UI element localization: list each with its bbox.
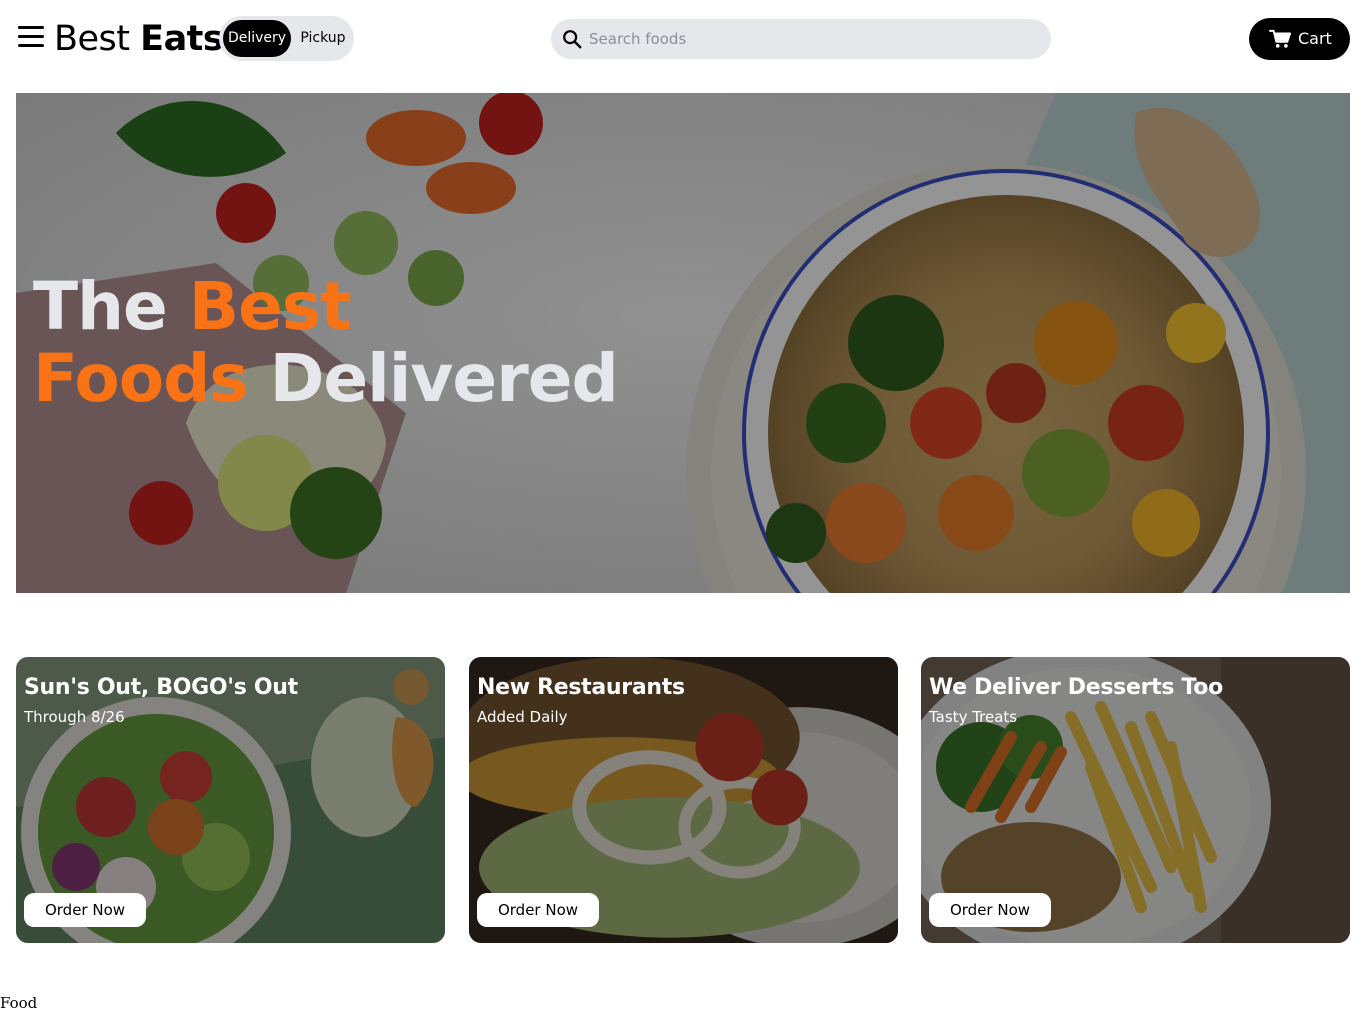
card-title: New Restaurants (477, 675, 685, 700)
section-label: Food (0, 994, 38, 1012)
order-now-button[interactable]: Order Now (477, 893, 599, 927)
promo-card-new-restaurants: New Restaurants Added Daily Order Now (469, 657, 898, 943)
hero-line2-accent: Foods (33, 340, 249, 417)
promo-card-bogo: Sun's Out, BOGO's Out Through 8/26 Order… (16, 657, 445, 943)
search-input[interactable] (589, 19, 1039, 59)
navbar: Best Eats Delivery Pickup Cart (0, 0, 1366, 78)
card-title: We Deliver Desserts Too (929, 675, 1223, 700)
hamburger-menu-icon[interactable] (18, 26, 44, 52)
brand-name-light: Best (54, 19, 130, 59)
order-now-button[interactable]: Order Now (929, 893, 1051, 927)
delivery-mode-toggle: Delivery Pickup (219, 16, 354, 61)
cart-button[interactable]: Cart (1249, 18, 1350, 60)
pickup-button[interactable]: Pickup (295, 20, 351, 57)
card-subtitle: Tasty Treats (929, 708, 1018, 726)
hero-line1-word: The (33, 268, 168, 345)
search-icon[interactable] (561, 28, 583, 50)
search-bar (551, 19, 1051, 59)
shopping-cart-icon (1269, 29, 1291, 48)
card-subtitle: Through 8/26 (24, 708, 125, 726)
hero-banner: The Best Foods Delivered (16, 93, 1350, 593)
brand-logo[interactable]: Best Eats (54, 17, 224, 61)
brand-name-bold: Eats (140, 19, 224, 59)
hero-line2-word: Delivered (269, 340, 619, 417)
hero-line1-accent: Best (188, 268, 352, 345)
cart-label: Cart (1298, 29, 1332, 48)
order-now-button[interactable]: Order Now (24, 893, 146, 927)
card-subtitle: Added Daily (477, 708, 568, 726)
card-title: Sun's Out, BOGO's Out (24, 675, 298, 700)
delivery-button[interactable]: Delivery (223, 20, 291, 57)
hero-headline: The Best Foods Delivered (33, 268, 619, 417)
promo-card-desserts: We Deliver Desserts Too Tasty Treats Ord… (921, 657, 1350, 943)
